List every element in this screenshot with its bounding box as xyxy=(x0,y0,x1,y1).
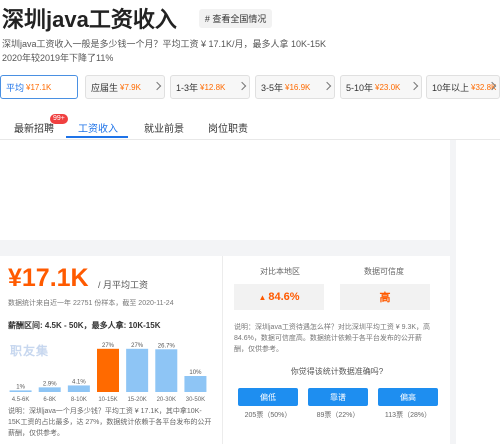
vote-reliable-count: 89票（22%） xyxy=(316,412,360,419)
filter-value: ¥17.1K xyxy=(26,82,52,92)
filter-graduate[interactable]: 应届生 ¥7.9K xyxy=(85,75,165,99)
chart-tick-label: 10-15K xyxy=(98,397,117,403)
vote-low-count: 205票（50%） xyxy=(244,412,292,419)
average-salary-value: ¥17.1K xyxy=(8,264,89,292)
chart-data-label: 1% xyxy=(16,384,25,390)
tab-salary[interactable]: 工资收入 xyxy=(78,120,118,135)
chevron-right-icon xyxy=(237,81,247,91)
chart-data-label: 26.7% xyxy=(158,343,176,349)
chart-bar xyxy=(97,348,119,392)
view-national-link[interactable]: # 查看全国情况 xyxy=(198,8,273,28)
chart-bar xyxy=(126,348,149,392)
chart-data-label: 27% xyxy=(131,343,144,349)
chart-tick-label: 8-10K xyxy=(71,397,87,403)
region-compare-box: ▲ 84.6% xyxy=(234,284,324,310)
chart-data-label: 10% xyxy=(189,370,202,376)
filter-value: ¥12.8K xyxy=(200,82,226,92)
chevron-right-icon xyxy=(409,81,419,91)
credibility-value: 高 xyxy=(379,292,391,304)
average-salary-unit: / 月平均工资 xyxy=(98,280,149,290)
vote-high-count: 113票（28%） xyxy=(384,412,432,419)
arrow-up-icon: ▲ xyxy=(258,292,267,302)
filter-label: 5-10年 xyxy=(346,82,374,93)
chart-tick-label: 20-30K xyxy=(157,397,176,403)
sample-info: 数据统计来自近一年 22751 份样本，截至 2020-11-24 xyxy=(8,300,174,307)
filter-3-5-years[interactable]: 3-5年 ¥16.9K xyxy=(255,75,335,99)
filter-label: 应届生 xyxy=(91,82,119,93)
chart-data-label: 27% xyxy=(102,343,115,349)
region-compare-label: 对比本地区 xyxy=(260,267,300,276)
filter-5-10-years[interactable]: 5-10年 ¥23.0K xyxy=(340,75,422,99)
filter-label: 1-3年 xyxy=(176,82,199,93)
chart-tick-label: 15-20K xyxy=(127,397,146,403)
chart-tick-label: 30-50K xyxy=(186,397,205,403)
chart-tick-label: 4.5-6K xyxy=(12,397,30,403)
tab-latest-jobs[interactable]: 最新招聘 xyxy=(14,120,54,135)
filter-10-plus-years[interactable]: 10年以上 ¥32.8K xyxy=(426,75,500,99)
filter-1-3-years[interactable]: 1-3年 ¥12.8K xyxy=(170,75,250,99)
filter-value: ¥23.0K xyxy=(375,82,401,92)
side-card xyxy=(456,148,500,444)
active-tab-indicator xyxy=(66,136,128,138)
chevron-right-icon xyxy=(322,81,332,91)
section-separator xyxy=(0,240,500,256)
vote-low-button[interactable]: 偏低 xyxy=(238,388,298,406)
credibility-label: 数据可信度 xyxy=(364,267,404,276)
tab-bar: 最新招聘 99+ 工资收入 就业前景 岗位职责 xyxy=(0,114,500,140)
filter-value: ¥7.9K xyxy=(120,82,141,92)
salary-range: 薪酬区间: 4.5K - 50K，最多人拿: 10K-15K xyxy=(8,321,161,330)
chart-bar xyxy=(155,349,178,392)
salary-distribution-chart: 1% 4.5-6K 2.9% 6-8K 4.1% 8-10K 27% 10-15K 27% 15-… xyxy=(9,343,207,403)
summary-line-2: 2020年较2019年下降了11% xyxy=(2,53,114,63)
filter-average[interactable]: 平均 ¥17.1K xyxy=(0,75,78,99)
vote-high-button[interactable]: 偏高 xyxy=(378,388,438,406)
summary-line-1: 深圳java工资收入一般是多少钱一个月？平均工资 ¥ 17.1K/月，最多人拿 … xyxy=(2,39,327,49)
experience-filters: 平均 ¥17.1K 应届生 ¥7.9K 1-3年 ¥12.8K 3-5年 ¥16… xyxy=(0,75,500,101)
chart-bar xyxy=(38,387,61,392)
chart-data-label: 4.1% xyxy=(72,379,86,385)
comparison-panel: 对比本地区 数据可信度 ▲ 84.6% 高 说明：深圳java工资待遇怎么样？对… xyxy=(224,256,450,444)
chart-tick-label: 6-8K xyxy=(43,397,56,403)
filter-label: 3-5年 xyxy=(261,82,284,93)
salary-panel: ¥17.1K / 月平均工资 数据统计来自近一年 22751 份样本，截至 20… xyxy=(0,256,222,444)
chart-bar xyxy=(184,376,207,392)
tab-duties[interactable]: 岗位职责 xyxy=(208,120,248,135)
summary-text: 深圳java工资收入一般是多少钱一个月？平均工资 ¥ 17.1K/月，最多人拿 … xyxy=(2,37,332,65)
accuracy-question: 你觉得该统计数据准确吗? xyxy=(290,367,384,376)
chevron-right-icon xyxy=(152,81,162,91)
compare-explain: 说明：深圳java工资待遇怎么样？对比深圳平均工资 ¥ 9.3K，高 84.6%… xyxy=(234,324,431,353)
filter-label: 平均 xyxy=(6,82,25,93)
chart-bar xyxy=(67,385,90,392)
tab-badge: 99+ xyxy=(50,114,68,124)
credibility-box: 高 xyxy=(340,284,430,310)
chart-data-label: 2.9% xyxy=(43,381,57,387)
filter-value: ¥16.9K xyxy=(285,82,311,92)
region-compare-value: 84.6% xyxy=(268,291,300,303)
tab-prospects[interactable]: 就业前景 xyxy=(144,120,184,135)
filter-label: 10年以上 xyxy=(432,82,470,93)
chart-note: 说明：深圳java一个月多少钱？平均工资 ¥ 17.1K，其中拿10K-15K工… xyxy=(8,408,212,437)
title-row: 深圳java工资收入 # 查看全国情况 xyxy=(0,4,273,32)
panel-divider xyxy=(222,256,223,444)
chart-bar xyxy=(9,390,32,392)
vote-reliable-button[interactable]: 靠谱 xyxy=(308,388,368,406)
page-title: 深圳java工资收入 xyxy=(2,7,177,32)
